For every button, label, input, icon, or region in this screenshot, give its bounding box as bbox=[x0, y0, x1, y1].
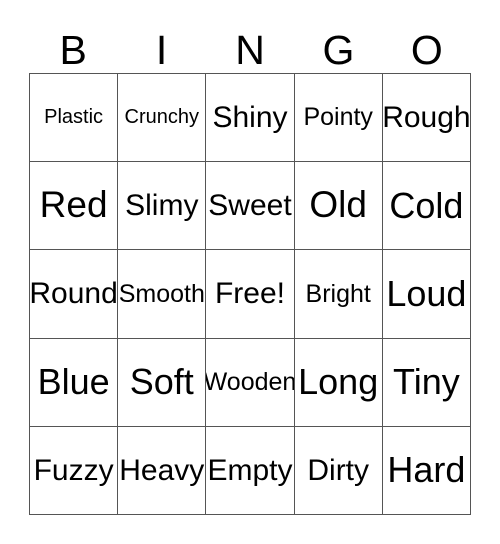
bingo-cell-label: Sweet bbox=[208, 189, 292, 223]
bingo-cell[interactable]: Pointy bbox=[294, 74, 383, 163]
bingo-cell[interactable]: Slimy bbox=[118, 162, 207, 251]
bingo-cell-label: Tiny bbox=[393, 361, 460, 403]
bingo-cell-label: Dirty bbox=[307, 453, 370, 487]
bingo-cell-label: Fuzzy bbox=[33, 453, 114, 487]
bingo-header-letter: B bbox=[59, 27, 87, 73]
bingo-cell[interactable]: Dirty bbox=[294, 426, 383, 515]
bingo-cell-label: Pointy bbox=[303, 103, 373, 132]
bingo-header-letter: G bbox=[322, 27, 355, 73]
bingo-cell[interactable]: Empty bbox=[206, 426, 295, 515]
bingo-cell-label: Loud bbox=[386, 273, 467, 315]
bingo-cell[interactable]: Plastic bbox=[30, 74, 119, 163]
bingo-cell[interactable]: Shiny bbox=[206, 74, 295, 163]
bingo-cell[interactable]: Cold bbox=[382, 162, 471, 251]
bingo-header-cell-o: O bbox=[383, 12, 471, 73]
bingo-cell-label: Rough bbox=[382, 100, 471, 134]
bingo-cell-label: Free! bbox=[214, 277, 285, 311]
bingo-cell-label: Bright bbox=[305, 279, 371, 308]
bingo-header-letter: O bbox=[410, 27, 443, 73]
bingo-cell-label: Slimy bbox=[125, 189, 199, 223]
bingo-header-cell-i: I bbox=[117, 12, 205, 73]
bingo-cell[interactable]: Red bbox=[30, 162, 119, 251]
bingo-cell[interactable]: Wooden bbox=[206, 338, 295, 427]
bingo-cell-label: Round bbox=[30, 277, 118, 311]
bingo-header-cell-g: G bbox=[294, 12, 382, 73]
bingo-cell[interactable]: Bright bbox=[294, 250, 383, 339]
bingo-cell-label: Shiny bbox=[212, 100, 288, 134]
bingo-cell[interactable]: Tiny bbox=[382, 338, 471, 427]
bingo-cell-label: Blue bbox=[37, 361, 110, 403]
bingo-cell-label: Long bbox=[298, 361, 379, 403]
bingo-cell[interactable]: Heavy bbox=[118, 426, 207, 515]
bingo-header-cell-b: B bbox=[29, 12, 117, 73]
bingo-cell[interactable]: Rough bbox=[382, 74, 471, 163]
bingo-cell-label: Soft bbox=[129, 361, 194, 403]
bingo-cell[interactable]: Fuzzy bbox=[30, 426, 119, 515]
bingo-cell-free[interactable]: Free! bbox=[206, 250, 295, 339]
bingo-header-row: B I N G O bbox=[29, 12, 471, 73]
bingo-cell[interactable]: Soft bbox=[118, 338, 207, 427]
bingo-cell-label: Cold bbox=[389, 184, 464, 226]
bingo-cell[interactable]: Smooth bbox=[118, 250, 207, 339]
bingo-cell[interactable]: Long bbox=[294, 338, 383, 427]
bingo-card: B I N G O Plastic Crunchy Shiny Pointy R… bbox=[0, 0, 500, 544]
bingo-cell[interactable]: Sweet bbox=[206, 162, 295, 251]
bingo-cell[interactable]: Old bbox=[294, 162, 383, 251]
bingo-cell[interactable]: Loud bbox=[382, 250, 471, 339]
bingo-cell-label: Plastic bbox=[44, 106, 104, 129]
bingo-cell-label: Hard bbox=[387, 449, 466, 491]
bingo-cell-label: Red bbox=[39, 184, 108, 226]
bingo-header-letter: I bbox=[155, 27, 168, 73]
bingo-cell-label: Wooden bbox=[206, 368, 295, 397]
bingo-cell[interactable]: Round bbox=[30, 250, 119, 339]
bingo-cell-label: Heavy bbox=[119, 453, 205, 487]
bingo-cell-label: Empty bbox=[207, 453, 293, 487]
bingo-grid: Plastic Crunchy Shiny Pointy Rough Red S… bbox=[29, 73, 471, 515]
bingo-cell-label: Smooth bbox=[118, 279, 205, 308]
bingo-cell[interactable]: Hard bbox=[382, 426, 471, 515]
bingo-cell-label: Old bbox=[309, 184, 367, 226]
bingo-header-letter: N bbox=[235, 27, 265, 73]
bingo-header-cell-n: N bbox=[206, 12, 294, 73]
bingo-cell[interactable]: Crunchy bbox=[118, 74, 207, 163]
bingo-cell-label: Crunchy bbox=[124, 106, 200, 129]
bingo-cell[interactable]: Blue bbox=[30, 338, 119, 427]
